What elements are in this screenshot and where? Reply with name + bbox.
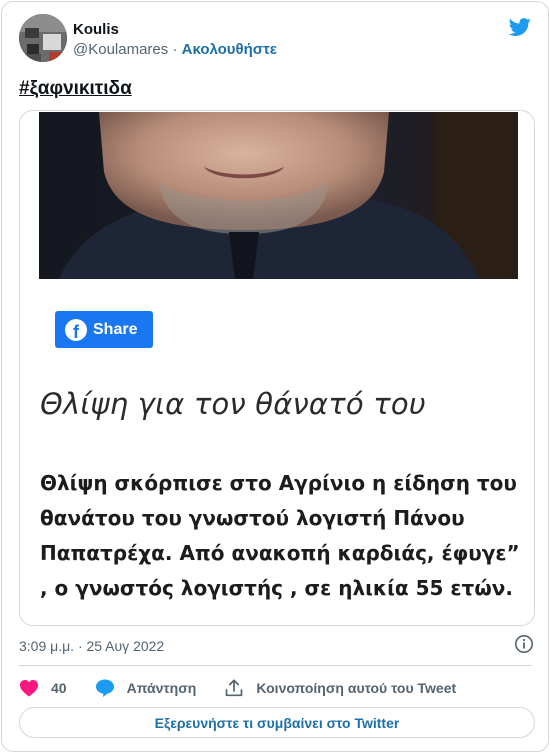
follow-link[interactable]: Ακολουθήστε bbox=[182, 41, 277, 58]
hashtag-link[interactable]: #ξαφνικιτιδα bbox=[19, 78, 132, 100]
article-photo bbox=[39, 112, 518, 279]
share-button-label: Share bbox=[93, 320, 138, 338]
like-button[interactable]: 40 bbox=[19, 679, 67, 697]
heart-icon bbox=[20, 680, 38, 697]
tweet-timestamp[interactable]: 3:09 μ.μ. · 25 Αυγ 2022 bbox=[19, 638, 164, 654]
info-icon[interactable] bbox=[514, 634, 534, 654]
facebook-share-button[interactable]: f Share bbox=[55, 311, 153, 348]
article-title: Θλίψη για τον θάνατό του bbox=[40, 387, 426, 421]
embedded-article-card[interactable]: f Share Θλίψη για τον θάνατό του Θλίψη σ… bbox=[19, 110, 535, 626]
tweet-card: Koulis @Koulamares · Ακολουθήστε #ξαφνικ… bbox=[1, 1, 549, 752]
speech-bubble-icon bbox=[95, 679, 114, 697]
tweet-actions: 40 Απάντηση Κοινοποίηση αυτού του Tweet bbox=[19, 677, 484, 699]
divider bbox=[19, 665, 532, 666]
author-handle[interactable]: @Koulamares bbox=[73, 41, 168, 58]
twitter-bird-icon[interactable] bbox=[508, 16, 532, 38]
separator-dot: · bbox=[172, 41, 178, 58]
tweet-header: Koulis @Koulamares · Ακολουθήστε bbox=[19, 14, 534, 64]
reply-label: Απάντηση bbox=[126, 680, 197, 696]
explore-twitter-button[interactable]: Εξερευνήστε τι συμβαίνει στο Twitter bbox=[19, 707, 535, 738]
share-upload-icon bbox=[225, 679, 243, 697]
avatar[interactable] bbox=[19, 14, 67, 62]
likes-count: 40 bbox=[51, 680, 67, 696]
author-handle-row: @Koulamares · Ακολουθήστε bbox=[73, 41, 277, 58]
facebook-icon: f bbox=[65, 318, 87, 341]
reply-button[interactable]: Απάντηση bbox=[95, 678, 197, 698]
share-tweet-button[interactable]: Κοινοποίηση αυτού του Tweet bbox=[224, 678, 456, 698]
share-label: Κοινοποίηση αυτού του Tweet bbox=[256, 680, 457, 696]
author-name[interactable]: Koulis bbox=[73, 21, 119, 38]
article-body: Θλίψη σκόρπισε στο Αγρίνιο η είδηση του … bbox=[40, 471, 520, 600]
